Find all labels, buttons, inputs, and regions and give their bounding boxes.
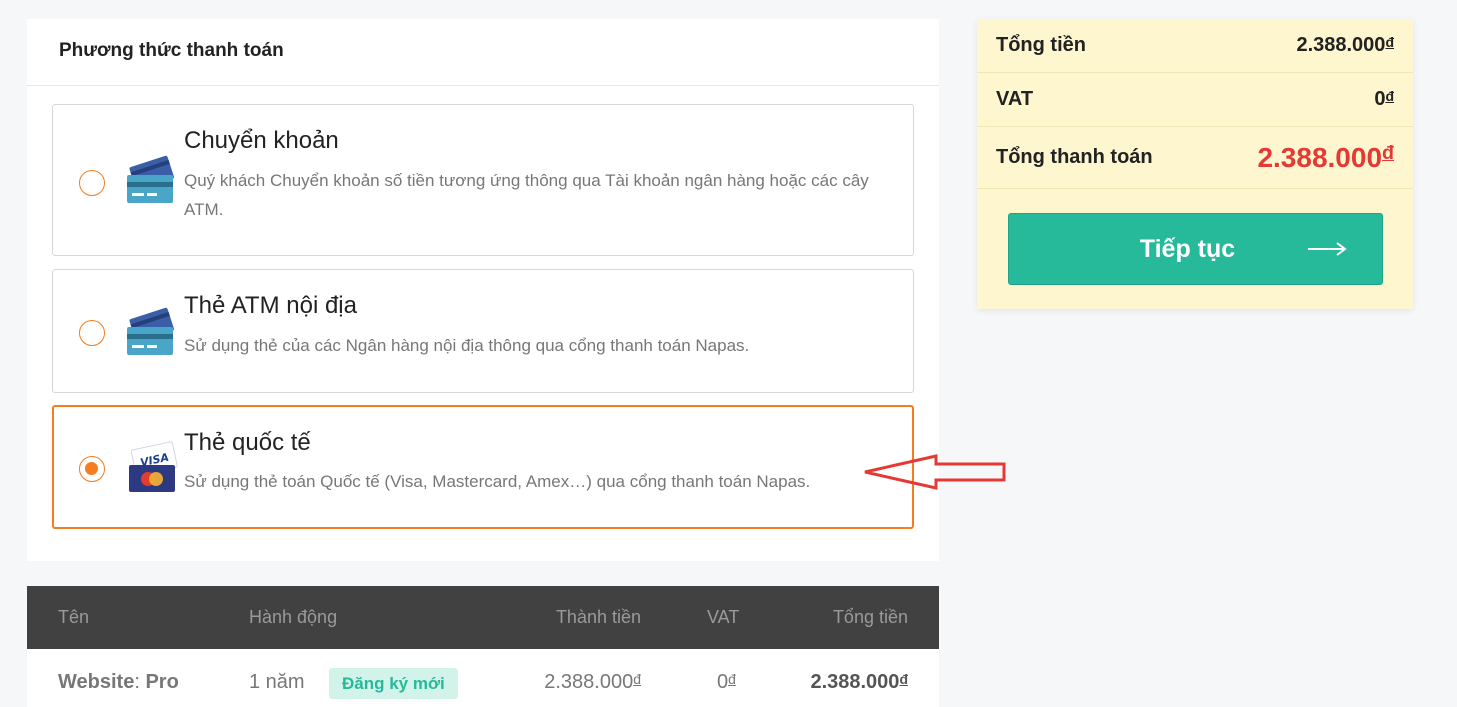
continue-label: Tiếp tục [1139, 234, 1236, 263]
subtotal-value: 2.388.000đ [1296, 34, 1394, 56]
option-description: Quý khách Chuyển khoản số tiền tương ứng… [184, 171, 869, 219]
payment-header: Phương thức thanh toán [27, 19, 939, 86]
order-summary-panel: Tổng tiền 2.388.000đ VAT 0đ Tổng thanh t… [977, 19, 1413, 309]
continue-button[interactable]: Tiếp tục [1008, 213, 1383, 285]
total-row: Tổng thanh toán 2.388.000đ [977, 127, 1413, 189]
subtotal-row: Tổng tiền 2.388.000đ [977, 19, 1413, 73]
row-duration: 1 năm [249, 671, 305, 693]
total-value: 2.388.000đ [1257, 141, 1394, 173]
payment-option-international-card[interactable]: VISA Thẻ quốc tế Sử dụng thẻ toán Quốc t… [52, 405, 914, 529]
radio-international-card[interactable] [79, 456, 105, 482]
row-name: Website: Pro [58, 671, 179, 693]
option-description: Sử dụng thẻ của các Ngân hàng nội địa th… [184, 336, 750, 355]
vat-label: VAT [996, 88, 1034, 110]
payment-title: Phương thức thanh toán [59, 40, 284, 61]
option-name: Thẻ ATM nội địa [184, 292, 357, 319]
annotation-arrow-icon [864, 454, 1006, 490]
option-description: Sử dụng thẻ toán Quốc tế (Visa, Masterca… [184, 472, 811, 491]
column-header-amount: Thành tiền [555, 607, 641, 627]
row-amount: 2.388.000đ [544, 671, 641, 693]
row-vat: 0đ [717, 671, 736, 693]
order-table-header: Tên Hành động Thành tiền VAT Tổng tiền [27, 586, 939, 649]
option-name: Chuyển khoản [184, 127, 339, 154]
arrow-right-icon [1308, 242, 1347, 256]
table-row: Website: Pro 1 năm Đăng ký mới 2.388.000… [27, 649, 939, 707]
radio-domestic-atm[interactable] [79, 320, 105, 346]
option-name: Thẻ quốc tế [184, 429, 311, 456]
bank-card-icon [127, 307, 174, 355]
payment-method-panel: Phương thức thanh toán Chuyển khoản Quý … [27, 19, 939, 561]
subtotal-label: Tổng tiền [996, 34, 1086, 56]
column-header-action: Hành động [249, 607, 338, 627]
column-header-vat: VAT [707, 607, 740, 627]
column-header-name: Tên [58, 607, 90, 627]
status-badge: Đăng ký mới [329, 668, 458, 699]
total-label: Tổng thanh toán [996, 146, 1153, 168]
visa-mastercard-icon: VISA [129, 441, 178, 492]
payment-option-bank-transfer[interactable]: Chuyển khoản Quý khách Chuyển khoản số t… [52, 104, 914, 256]
radio-selected-dot [85, 462, 98, 475]
radio-bank-transfer[interactable] [79, 170, 105, 196]
vat-value: 0đ [1374, 88, 1394, 110]
bank-card-icon [127, 155, 174, 203]
row-total: 2.388.000đ [810, 671, 908, 693]
vat-row: VAT 0đ [977, 73, 1413, 127]
payment-option-domestic-atm[interactable]: Thẻ ATM nội địa Sử dụng thẻ của các Ngân… [52, 269, 914, 393]
column-header-total: Tổng tiền [832, 607, 908, 627]
